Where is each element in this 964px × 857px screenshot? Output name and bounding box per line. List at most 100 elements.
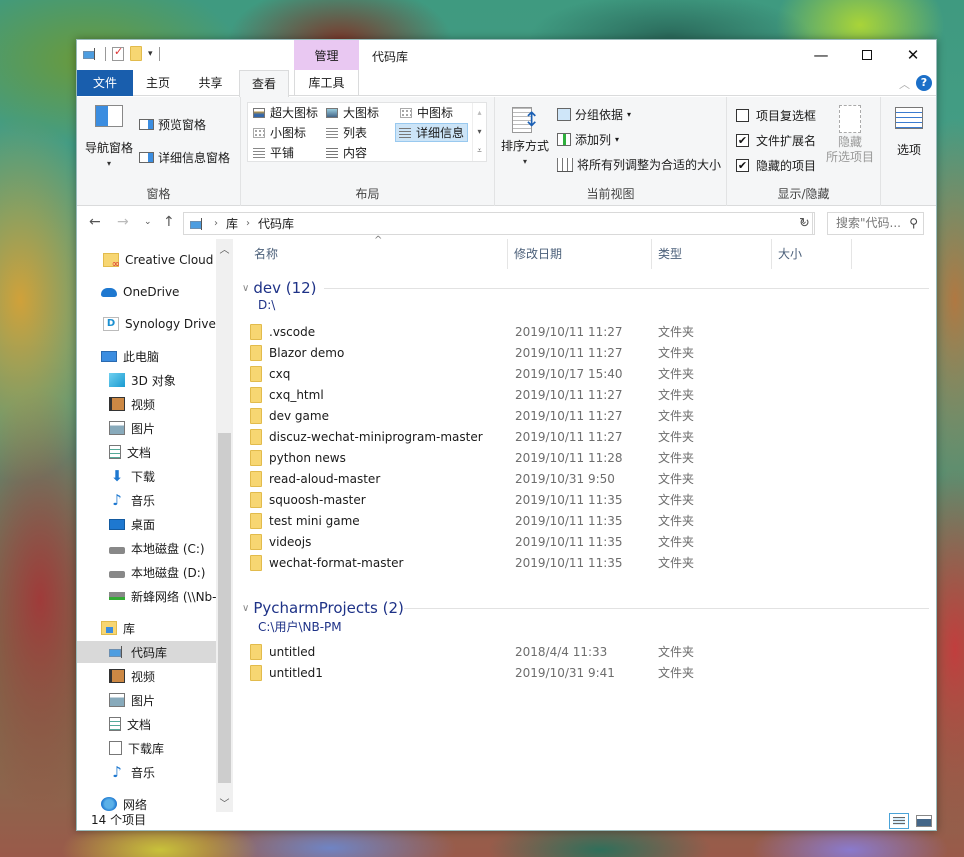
properties-icon[interactable] bbox=[112, 45, 124, 61]
hide-selected-items-button[interactable]: 隐藏 所选项目 bbox=[823, 105, 877, 165]
collapse-ribbon-icon[interactable]: ︿ bbox=[899, 76, 910, 92]
hidden-items-checkbox[interactable]: ✔ bbox=[736, 159, 749, 172]
nav-item[interactable]: 图片 bbox=[77, 417, 216, 439]
file-row[interactable]: videojs 2019/10/11 11:35 文件夹 bbox=[250, 531, 910, 552]
preview-pane-button[interactable]: 预览窗格 bbox=[139, 116, 206, 133]
breadcrumb-libraries[interactable]: 库 bbox=[226, 215, 238, 232]
collapse-group-icon[interactable]: ∨ bbox=[242, 283, 249, 294]
file-row[interactable]: discuz-wechat-miniprogram-master 2019/10/… bbox=[250, 426, 910, 447]
large-icons-view-button[interactable] bbox=[916, 815, 932, 827]
breadcrumb-separator-icon[interactable]: › bbox=[214, 218, 218, 229]
collapse-group-icon[interactable]: ∨ bbox=[242, 603, 249, 614]
file-row[interactable]: cxq 2019/10/17 15:40 文件夹 bbox=[250, 363, 910, 384]
group-header[interactable]: ∨ PycharmProjects (2) bbox=[242, 597, 404, 619]
nav-item[interactable]: 本地磁盘 (C:) bbox=[77, 537, 216, 559]
close-button[interactable]: ✕ bbox=[890, 40, 936, 70]
layout-content[interactable]: 内容 bbox=[323, 143, 370, 162]
nav-item[interactable]: 3D 对象 bbox=[77, 369, 216, 391]
layout-details[interactable]: 详细信息 bbox=[395, 123, 469, 142]
nav-item[interactable]: 视频 bbox=[77, 665, 216, 687]
add-columns-button[interactable]: 添加列 ▾ bbox=[557, 131, 619, 148]
breadcrumb-code-library[interactable]: 代码库 bbox=[258, 215, 294, 232]
file-row[interactable]: squoosh-master 2019/10/11 11:35 文件夹 bbox=[250, 489, 910, 510]
group-by-button[interactable]: 分组依据 ▾ bbox=[557, 106, 631, 123]
navigation-pane-scrollbar[interactable]: ︿ ﹀ bbox=[216, 239, 233, 812]
new-folder-icon[interactable] bbox=[130, 46, 142, 61]
item-checkboxes-checkbox[interactable] bbox=[736, 109, 749, 122]
layout-extra-large-icons[interactable]: 超大图标 bbox=[250, 103, 321, 122]
layout-tiles[interactable]: 平铺 bbox=[250, 143, 297, 162]
gallery-scroll-down-icon[interactable]: ▾ bbox=[473, 122, 486, 141]
nav-item[interactable]: 下载库 bbox=[77, 737, 216, 759]
file-row[interactable]: Blazor demo 2019/10/11 11:27 文件夹 bbox=[250, 342, 910, 363]
gallery-scroll[interactable]: ▴ ▾ ⩡ bbox=[472, 103, 486, 161]
nav-item[interactable]: 本地磁盘 (D:) bbox=[77, 561, 216, 583]
file-row[interactable]: cxq_html 2019/10/11 11:27 文件夹 bbox=[250, 384, 910, 405]
maximize-button[interactable] bbox=[844, 40, 890, 70]
file-row[interactable]: read-aloud-master 2019/10/31 9:50 文件夹 bbox=[250, 468, 910, 489]
options-button[interactable]: 选项 bbox=[887, 107, 931, 158]
file-row[interactable]: wechat-format-master 2019/10/11 11:35 文件夹 bbox=[250, 552, 910, 573]
nav-item[interactable]: 此电脑 bbox=[77, 345, 216, 367]
recent-locations-icon[interactable]: ⌄ bbox=[144, 217, 152, 227]
nav-item[interactable]: Creative Cloud F bbox=[77, 249, 216, 271]
nav-item[interactable]: 代码库 bbox=[77, 641, 216, 663]
column-header-modified[interactable]: 修改日期 bbox=[508, 239, 652, 269]
nav-item[interactable]: 文档 bbox=[77, 441, 216, 463]
nav-item[interactable]: 新蜂网络 (\\Nb- bbox=[77, 585, 216, 607]
layout-medium-icons[interactable]: 中图标 bbox=[397, 103, 456, 122]
hidden-items-toggle[interactable]: ✔ 隐藏的项目 bbox=[736, 157, 816, 174]
nav-item[interactable]: 桌面 bbox=[77, 513, 216, 535]
up-button[interactable]: ↑ bbox=[163, 214, 175, 230]
layout-list[interactable]: 列表 bbox=[323, 123, 370, 142]
layout-small-icons[interactable]: 小图标 bbox=[250, 123, 309, 142]
nav-item[interactable]: 文档 bbox=[77, 713, 216, 735]
nav-item[interactable]: D Synology Drive - bbox=[77, 313, 216, 335]
nav-item[interactable]: 图片 bbox=[77, 689, 216, 711]
column-header-size[interactable]: 大小 bbox=[772, 239, 852, 269]
nav-item[interactable]: 库 bbox=[77, 617, 216, 639]
tab-view[interactable]: 查看 bbox=[239, 70, 289, 97]
file-row[interactable]: dev game 2019/10/11 11:27 文件夹 bbox=[250, 405, 910, 426]
minimize-button[interactable]: — bbox=[798, 40, 844, 70]
help-icon[interactable]: ? bbox=[916, 75, 932, 91]
navigation-pane-button[interactable]: 导航窗格 ▾ bbox=[83, 105, 135, 171]
nav-item[interactable]: ♪ 音乐 bbox=[77, 489, 216, 511]
search-input[interactable]: 搜索"代码... ⚲ bbox=[827, 212, 924, 235]
address-bar[interactable]: › 库 › 代码库 ⌄ bbox=[183, 212, 813, 235]
file-extensions-toggle[interactable]: ✔ 文件扩展名 bbox=[736, 132, 816, 149]
gallery-expand-icon[interactable]: ⩡ bbox=[473, 141, 486, 160]
tab-file[interactable]: 文件 bbox=[77, 70, 133, 96]
scroll-up-icon[interactable]: ︿ bbox=[216, 241, 233, 256]
file-extensions-checkbox[interactable]: ✔ bbox=[736, 134, 749, 147]
refresh-button[interactable]: ↻ bbox=[795, 212, 815, 235]
size-all-columns-button[interactable]: 将所有列调整为合适的大小 bbox=[557, 156, 721, 173]
breadcrumb-separator-icon[interactable]: › bbox=[246, 218, 250, 229]
file-row[interactable]: test mini game 2019/10/11 11:35 文件夹 bbox=[250, 510, 910, 531]
file-row[interactable]: untitled1 2019/10/31 9:41 文件夹 bbox=[250, 662, 910, 683]
nav-item[interactable]: ⬇ 下载 bbox=[77, 465, 216, 487]
file-row[interactable]: python news 2019/10/11 11:28 文件夹 bbox=[250, 447, 910, 468]
nav-item[interactable]: ♪ 音乐 bbox=[77, 761, 216, 783]
column-header-name[interactable]: 名称 bbox=[248, 239, 508, 269]
file-row[interactable]: .vscode 2019/10/11 11:27 文件夹 bbox=[250, 321, 910, 342]
tab-library-tools[interactable]: 库工具 bbox=[294, 70, 359, 96]
scrollbar-thumb[interactable] bbox=[218, 433, 231, 783]
layout-large-icons[interactable]: 大图标 bbox=[323, 103, 382, 122]
gallery-scroll-up-icon[interactable]: ▴ bbox=[473, 103, 486, 122]
customize-quick-access-icon[interactable]: ▾ bbox=[148, 49, 153, 59]
nav-item[interactable]: 网络 bbox=[77, 793, 216, 812]
nav-item[interactable]: 视频 bbox=[77, 393, 216, 415]
details-pane-button[interactable]: 详细信息窗格 bbox=[139, 149, 230, 166]
file-row[interactable]: untitled 2018/4/4 11:33 文件夹 bbox=[250, 641, 910, 662]
sort-by-button[interactable]: 排序方式 ▾ bbox=[499, 105, 551, 169]
group-header[interactable]: ∨ dev (12) bbox=[242, 277, 317, 299]
scroll-down-icon[interactable]: ﹀ bbox=[216, 795, 233, 810]
column-header-type[interactable]: 类型 bbox=[652, 239, 772, 269]
tab-home[interactable]: 主页 bbox=[133, 70, 183, 96]
back-button[interactable]: ← bbox=[89, 214, 101, 230]
details-view-button[interactable] bbox=[889, 813, 909, 829]
forward-button[interactable]: → bbox=[117, 214, 129, 230]
item-checkboxes-toggle[interactable]: 项目复选框 bbox=[736, 107, 816, 124]
tab-share[interactable]: 共享 bbox=[183, 70, 238, 96]
